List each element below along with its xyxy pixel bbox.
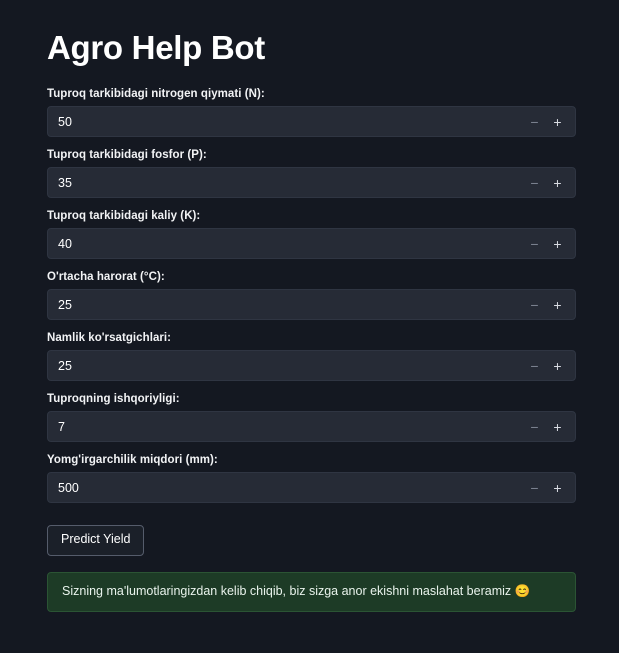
field-label-temperature: O'rtacha harorat (°C): [47, 271, 165, 284]
minus-icon[interactable]: − [528, 175, 541, 191]
page-title: Agro Help Bot [47, 29, 265, 66]
potassium-stepper[interactable]: − + [528, 236, 575, 252]
ph-stepper[interactable]: − + [528, 419, 575, 435]
temperature-input[interactable]: 25 − + [47, 289, 576, 321]
field-group-temperature: O'rtacha harorat (°C): 25 − + [47, 271, 576, 321]
field-group-ph: Tuproqning ishqoriyligi: 7 − + [47, 393, 576, 443]
minus-icon[interactable]: − [528, 114, 541, 130]
plus-icon[interactable]: + [551, 358, 564, 374]
field-label-ph: Tuproqning ishqoriyligi: [47, 393, 180, 406]
humidity-stepper[interactable]: − + [528, 358, 575, 374]
nitrogen-stepper[interactable]: − + [528, 114, 575, 130]
field-label-rainfall: Yomg'irgarchilik miqdori (mm): [47, 454, 218, 467]
field-label-potassium: Tuproq tarkibidagi kaliy (K): [47, 210, 201, 223]
minus-icon[interactable]: − [528, 358, 541, 374]
plus-icon[interactable]: + [551, 114, 564, 130]
recommendation-alert: Sizning ma'lumotlaringizdan kelib chiqib… [47, 572, 576, 613]
smiling-face-icon: 😊 [514, 584, 531, 599]
page-container: Agro Help Bot Tuproq tarkibidagi nitroge… [0, 0, 619, 613]
potassium-input[interactable]: 40 − + [47, 228, 576, 260]
ph-input[interactable]: 7 − + [47, 411, 576, 443]
temperature-value: 25 [58, 297, 72, 312]
humidity-input[interactable]: 25 − + [47, 350, 576, 382]
plus-icon[interactable]: + [551, 175, 564, 191]
field-group-nitrogen: Tuproq tarkibidagi nitrogen qiymati (N):… [47, 88, 576, 138]
prediction-form: Tuproq tarkibidagi nitrogen qiymati (N):… [47, 88, 576, 557]
field-label-nitrogen: Tuproq tarkibidagi nitrogen qiymati (N): [47, 88, 265, 101]
field-group-potassium: Tuproq tarkibidagi kaliy (K): 40 − + [47, 210, 576, 260]
phosphorus-input[interactable]: 35 − + [47, 167, 576, 199]
plus-icon[interactable]: + [551, 480, 564, 496]
rainfall-value: 500 [58, 480, 79, 495]
phosphorus-stepper[interactable]: − + [528, 175, 575, 191]
predict-yield-button[interactable]: Predict Yield [47, 525, 145, 557]
plus-icon[interactable]: + [551, 419, 564, 435]
plus-icon[interactable]: + [551, 236, 564, 252]
phosphorus-value: 35 [58, 175, 72, 190]
plus-icon[interactable]: + [551, 297, 564, 313]
potassium-value: 40 [58, 236, 72, 251]
rainfall-stepper[interactable]: − + [528, 480, 575, 496]
minus-icon[interactable]: − [528, 236, 541, 252]
humidity-value: 25 [58, 358, 72, 373]
temperature-stepper[interactable]: − + [528, 297, 575, 313]
minus-icon[interactable]: − [528, 297, 541, 313]
rainfall-input[interactable]: 500 − + [47, 472, 576, 504]
recommendation-text: Sizning ma'lumotlaringizdan kelib chiqib… [62, 584, 512, 599]
minus-icon[interactable]: − [528, 480, 541, 496]
nitrogen-input[interactable]: 50 − + [47, 106, 576, 138]
ph-value: 7 [58, 419, 65, 434]
nitrogen-value: 50 [58, 114, 72, 129]
field-label-humidity: Namlik ko'rsatgichlari: [47, 332, 172, 345]
minus-icon[interactable]: − [528, 419, 541, 435]
field-group-rainfall: Yomg'irgarchilik miqdori (mm): 500 − + [47, 454, 576, 504]
field-group-phosphorus: Tuproq tarkibidagi fosfor (P): 35 − + [47, 149, 576, 199]
field-group-humidity: Namlik ko'rsatgichlari: 25 − + [47, 332, 576, 382]
field-label-phosphorus: Tuproq tarkibidagi fosfor (P): [47, 149, 207, 162]
